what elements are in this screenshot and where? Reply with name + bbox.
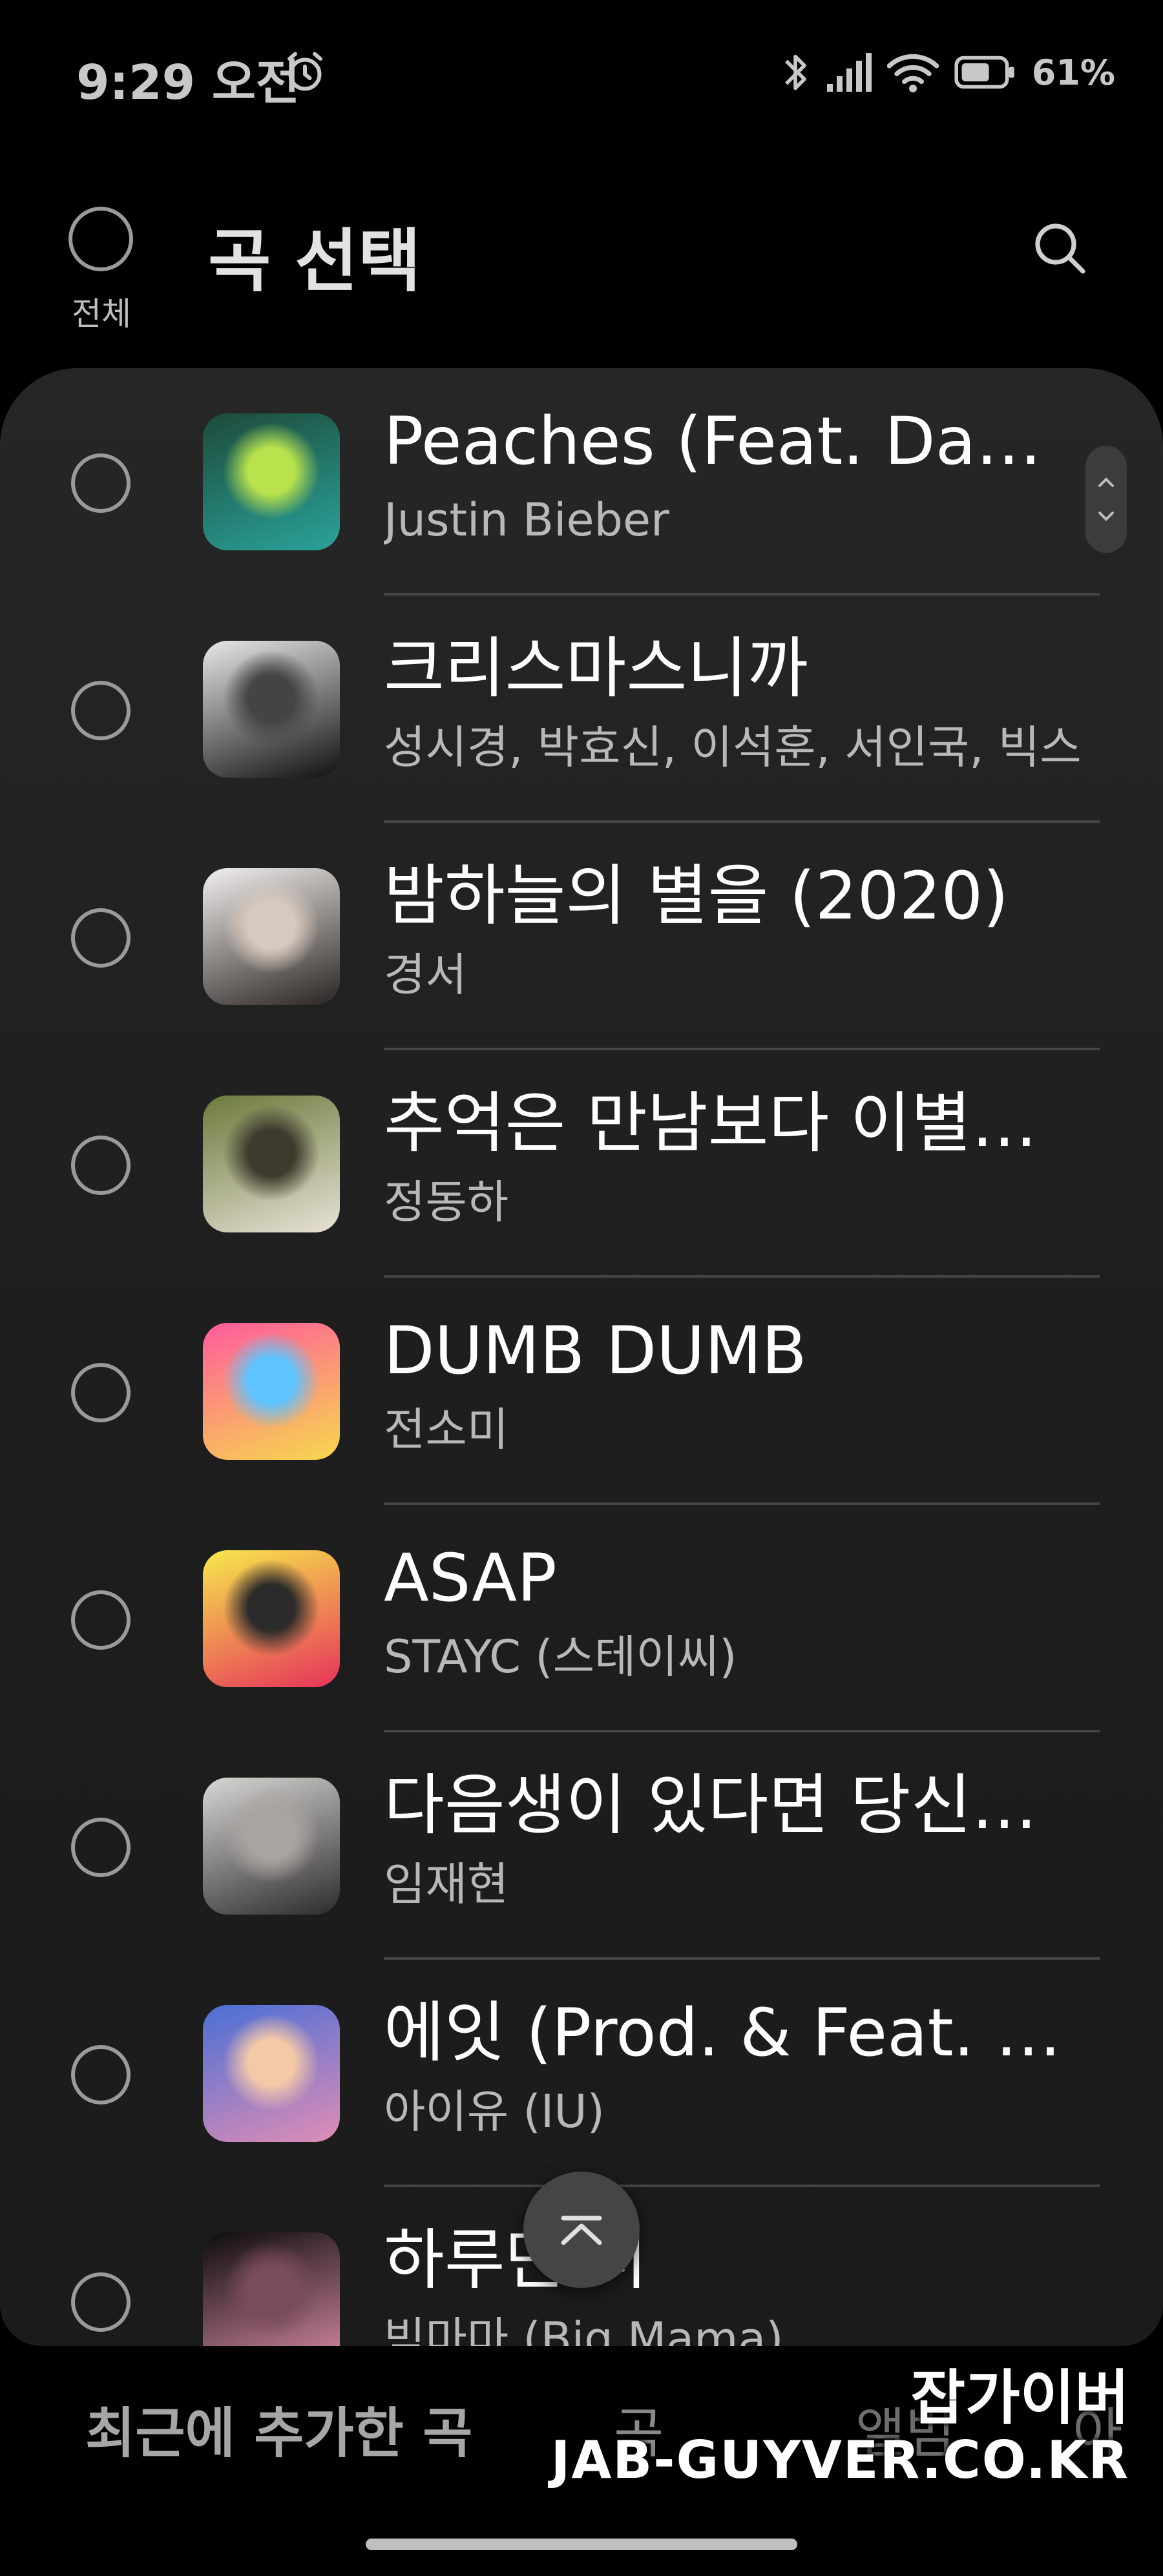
select-all-checkbox[interactable] (68, 207, 133, 271)
album-art (203, 2232, 340, 2346)
song-artist: 정동하 (384, 1176, 509, 1229)
song-artist: 아이유 (IU) (384, 2085, 605, 2138)
search-icon[interactable] (1029, 217, 1091, 279)
song-checkbox[interactable] (71, 908, 131, 968)
song-checkbox[interactable] (71, 681, 131, 740)
song-row[interactable]: ASAP STAYC (스테이씨) (0, 1505, 1163, 1732)
song-checkbox[interactable] (71, 1363, 131, 1422)
status-icons: 61% (781, 47, 1115, 98)
scroll-to-top-button[interactable] (523, 2172, 640, 2288)
song-title: 에잇 (Prod. & Feat. SUGA of BTS) (384, 1995, 1069, 2072)
tab-recently-added[interactable]: 최근에 추가한 곡 (85, 2390, 472, 2468)
album-art (203, 1323, 340, 1460)
song-title: ASAP (384, 1540, 557, 1617)
home-indicator[interactable] (366, 2539, 797, 2550)
song-checkbox[interactable] (71, 453, 131, 513)
song-artist: 임재현 (384, 1858, 509, 1911)
song-artist: STAYC (스테이씨) (384, 1630, 737, 1683)
album-art (203, 2005, 340, 2142)
album-art (203, 1096, 340, 1232)
song-row[interactable]: Peaches (Feat. Daniel Caesar & Giveon) J… (0, 368, 1163, 596)
song-row[interactable]: 밤하늘의 별을 (2020) 경서 (0, 823, 1163, 1050)
battery-percent: 61% (1031, 52, 1115, 93)
song-checkbox[interactable] (71, 2272, 131, 2332)
album-art (203, 868, 340, 1005)
bluetooth-icon (784, 54, 806, 90)
song-title: 다음생이 있다면 당신을 다시 (384, 1767, 1069, 1844)
song-artist: 경서 (384, 948, 467, 1001)
song-row[interactable]: 추억은 만남보다 이별에 남아 정동하 (0, 1050, 1163, 1278)
song-list[interactable]: Peaches (Feat. Daniel Caesar & Giveon) J… (0, 368, 1163, 2346)
scroll-arrows-icon (1098, 477, 1114, 521)
signal-icon (826, 53, 872, 92)
song-title: 크리스마스니까 (384, 630, 808, 707)
song-checkbox[interactable] (71, 1590, 131, 1650)
song-title: 밤하늘의 별을 (2020) (384, 858, 1009, 935)
album-art (203, 641, 340, 778)
arrow-up-icon (561, 2216, 602, 2245)
song-select-screen: 9:29 오전 61% 전체 곡 선택 Peaches (Feat. Dani … (0, 0, 1163, 2576)
alarm-icon (288, 52, 322, 91)
song-checkbox[interactable] (71, 1136, 131, 1195)
select-all-label: 전체 (72, 295, 131, 333)
song-artist: 빅마마 (Big Mama) (384, 2312, 784, 2346)
song-artist: 전소미 (384, 1403, 509, 1456)
fast-scroll-handle[interactable] (1085, 446, 1127, 553)
status-bar: 9:29 오전 61% (0, 39, 1163, 110)
song-checkbox[interactable] (71, 2045, 131, 2104)
song-row[interactable]: 다음생이 있다면 당신을 다시 임재현 (0, 1732, 1163, 1960)
song-row[interactable]: 크리스마스니까 성시경, 박효신, 이석훈, 서인국, 빅스 (0, 596, 1163, 823)
watermark: 잡가이버 JAB-GUYVER.CO.KR (551, 2365, 1129, 2490)
battery-icon (954, 56, 1014, 89)
song-checkbox[interactable] (71, 1818, 131, 1877)
song-title: 하루만 더 (384, 2222, 647, 2299)
song-title: Peaches (Feat. Daniel Caesar & Giveon) (384, 403, 1069, 480)
watermark-line2: JAB-GUYVER.CO.KR (550, 2430, 1129, 2491)
watermark-line1: 잡가이버 (910, 2363, 1129, 2433)
song-artist: Justin Bieber (384, 493, 669, 546)
album-art (203, 1778, 340, 1915)
page-title: 곡 선택 (208, 222, 421, 301)
status-time: 9:29 오전 (76, 55, 300, 110)
album-art (203, 1550, 340, 1687)
album-art (203, 413, 340, 550)
wifi-icon (886, 54, 939, 92)
song-title: 추억은 만남보다 이별에 남아 (384, 1085, 1069, 1162)
song-title: DUMB DUMB (384, 1313, 807, 1389)
song-row[interactable]: 에잇 (Prod. & Feat. SUGA of BTS) 아이유 (IU) (0, 1960, 1163, 2187)
song-row[interactable]: DUMB DUMB 전소미 (0, 1278, 1163, 1505)
song-artist: 성시경, 박효신, 이석훈, 서인국, 빅스 (384, 721, 1082, 774)
